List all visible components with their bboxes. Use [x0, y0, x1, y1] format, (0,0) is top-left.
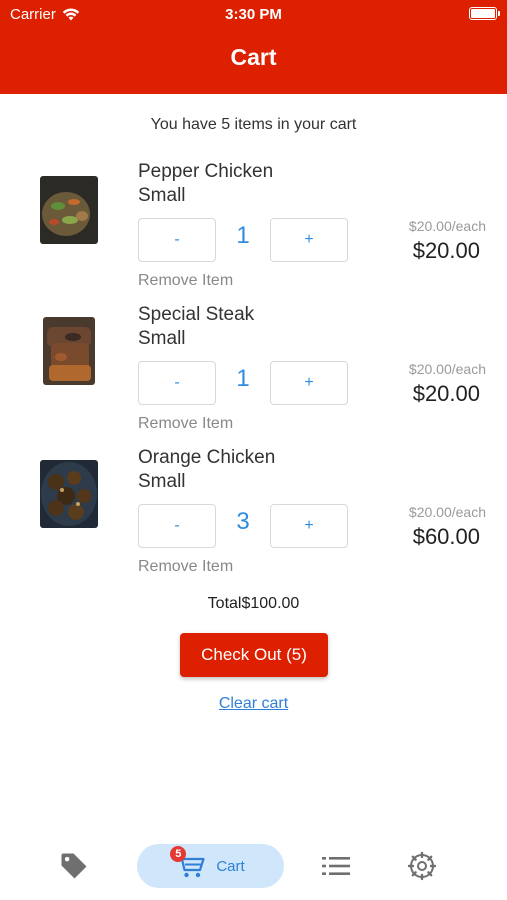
- remove-item-button[interactable]: Remove Item: [138, 272, 233, 290]
- item-name: Pepper Chicken: [138, 161, 274, 182]
- item-quantity: 3: [236, 508, 250, 535]
- tab-settings[interactable]: [400, 844, 444, 888]
- unit-price: $20.00/each: [408, 504, 486, 520]
- increase-quantity-button[interactable]: +: [270, 218, 348, 262]
- item-size: Small: [138, 471, 186, 492]
- cart-item: Pepper Chicken Small - 1 + Remove Item $…: [0, 160, 507, 300]
- status-time: 3:30 PM: [225, 6, 282, 23]
- decrease-quantity-button[interactable]: -: [138, 361, 216, 405]
- decrease-quantity-button[interactable]: -: [138, 218, 216, 262]
- list-icon: [322, 857, 350, 875]
- item-size: Small: [138, 185, 186, 206]
- item-name: Orange Chicken: [138, 447, 276, 468]
- tab-cart[interactable]: 5 Cart: [137, 844, 284, 888]
- line-total: $20.00: [412, 381, 480, 406]
- pepper-chicken-image: [40, 176, 98, 244]
- item-quantity: 1: [236, 222, 250, 249]
- cart-item: Special Steak Small - 1 + Remove Item $2…: [0, 303, 507, 443]
- tag-icon: [61, 853, 87, 879]
- page-title: Cart: [230, 44, 277, 70]
- bottom-tab-bar: 5 Cart: [0, 830, 507, 900]
- item-size: Small: [138, 328, 186, 349]
- tab-orders[interactable]: [314, 844, 358, 888]
- tab-cart-label: Cart: [216, 857, 245, 875]
- battery-icon: [469, 7, 500, 20]
- unit-price: $20.00/each: [408, 218, 486, 234]
- decrease-quantity-button[interactable]: -: [138, 504, 216, 548]
- settings-icon: [407, 851, 437, 881]
- remove-item-button[interactable]: Remove Item: [138, 558, 233, 576]
- unit-price: $20.00/each: [408, 361, 486, 377]
- line-total: $60.00: [412, 524, 480, 549]
- orange-chicken-image: [40, 460, 98, 528]
- cart-total: Total$100.00: [207, 595, 300, 612]
- tab-deals[interactable]: [52, 844, 96, 888]
- increase-quantity-button[interactable]: +: [270, 504, 348, 548]
- clear-cart-link[interactable]: Clear cart: [0, 695, 507, 713]
- special-steak-image: [43, 317, 95, 385]
- line-total: $20.00: [412, 238, 480, 263]
- checkout-button[interactable]: Check Out (5): [180, 633, 328, 677]
- cart-summary: You have 5 items in your cart: [150, 116, 357, 133]
- status-bar: Carrier 3:30 PM: [0, 0, 507, 28]
- remove-item-button[interactable]: Remove Item: [138, 415, 233, 433]
- increase-quantity-button[interactable]: +: [270, 361, 348, 405]
- item-name: Special Steak: [138, 304, 255, 325]
- cart-item: Orange Chicken Small - 3 + Remove Item $…: [0, 446, 507, 586]
- app-header: Carrier 3:30 PM Cart: [0, 0, 507, 94]
- item-quantity: 1: [236, 365, 250, 392]
